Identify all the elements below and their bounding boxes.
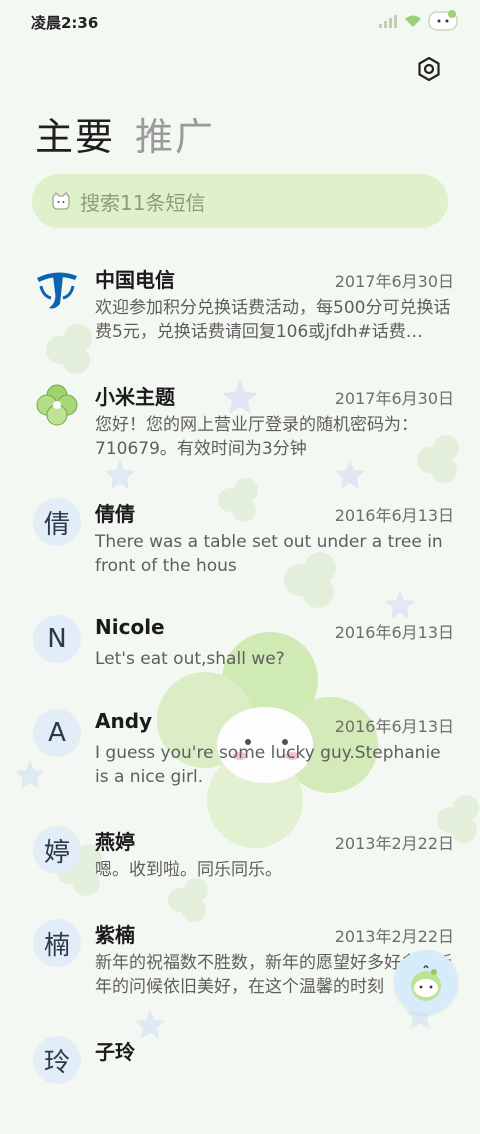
message-row[interactable]: 玲 子玲 xyxy=(0,1024,480,1134)
avatar: 婷 xyxy=(33,826,81,874)
gear-icon xyxy=(418,56,440,82)
message-row[interactable]: A Andy 2016年6月13日 I guess you're some lu… xyxy=(0,697,480,807)
message-preview: Let's eat out,shall we? xyxy=(95,649,285,669)
avatar: N xyxy=(33,615,81,663)
contact-name: 燕婷 xyxy=(95,830,135,854)
settings-button[interactable] xyxy=(416,56,442,82)
contact-name: 中国电信 xyxy=(95,268,175,292)
status-bar: 凌晨2:36 xyxy=(0,0,480,42)
contact-name: 子玲 xyxy=(95,1040,135,1064)
message-date: 2013年2月22日 xyxy=(334,927,454,946)
message-preview: 您好！您的网上营业厅登录的随机密码为：710679。有效时间为3分钟 xyxy=(95,415,418,459)
message-date: 2017年6月30日 xyxy=(334,389,454,408)
battery-cat-icon xyxy=(428,9,458,35)
contact-name: 紫楠 xyxy=(95,923,135,947)
message-preview xyxy=(95,1068,454,1116)
contact-name: Andy xyxy=(95,709,153,733)
compose-button[interactable] xyxy=(394,950,458,1014)
message-preview: 嗯。收到啦。同乐同乐。 xyxy=(95,860,282,880)
search-bar[interactable]: 搜索11条短信 xyxy=(32,174,448,228)
message-row[interactable]: 小米主题 2017年6月30日 您好！您的网上营业厅登录的随机密码为：71067… xyxy=(0,369,480,479)
tab-primary[interactable]: 主要 xyxy=(35,106,115,161)
avatar: 玲 xyxy=(33,1036,81,1084)
wifi-icon xyxy=(404,13,422,32)
avatar xyxy=(33,381,81,429)
clover-logo-icon xyxy=(36,384,78,426)
message-date: 2016年6月13日 xyxy=(334,623,454,642)
contact-name: 小米主题 xyxy=(95,385,175,409)
avatar: A xyxy=(33,709,81,757)
signal-icon xyxy=(378,13,398,32)
message-date: 2016年6月13日 xyxy=(334,506,454,525)
message-row[interactable]: 中国电信 2017年6月30日 欢迎参加积分兑换话费活动，每500分可兑换话费5… xyxy=(0,252,480,362)
message-row[interactable]: 倩 倩倩 2016年6月13日 There was a table set ou… xyxy=(0,486,480,596)
contact-name: Nicole xyxy=(95,615,165,639)
status-icons xyxy=(378,9,458,35)
tab-bar: 主要 推广 xyxy=(35,106,215,161)
contact-name: 倩倩 xyxy=(95,502,135,526)
compose-cat-icon xyxy=(411,965,441,1001)
message-preview: There was a table set out under a tree i… xyxy=(95,532,443,576)
avatar: 倩 xyxy=(33,498,81,546)
avatar: 楠 xyxy=(33,919,81,967)
message-date: 2013年2月22日 xyxy=(334,834,454,853)
message-preview: I guess you're some lucky guy.Stephanie … xyxy=(95,743,441,787)
search-cat-icon xyxy=(50,190,72,212)
china-telecom-logo-icon xyxy=(37,272,77,309)
message-preview: 欢迎参加积分兑换话费活动，每500分可兑换话费5元，兑换话费请回复106或jfd… xyxy=(95,298,451,342)
tab-promotions[interactable]: 推广 xyxy=(135,106,215,161)
message-date: 2017年6月30日 xyxy=(334,272,454,291)
status-time: 凌晨2:36 xyxy=(31,14,99,32)
avatar xyxy=(33,264,81,312)
search-input[interactable]: 搜索11条短信 xyxy=(80,187,205,216)
message-date: 2016年6月13日 xyxy=(334,717,454,736)
